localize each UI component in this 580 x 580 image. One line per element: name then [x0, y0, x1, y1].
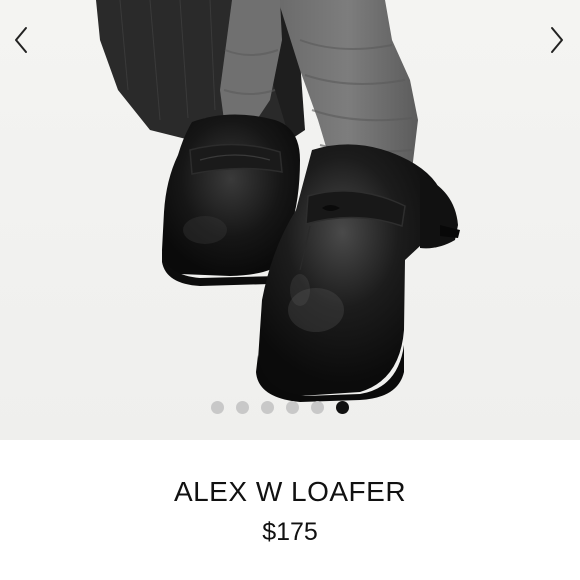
carousel-dot-4[interactable] — [286, 401, 299, 414]
carousel-dot-6[interactable] — [336, 401, 349, 414]
carousel-dot-2[interactable] — [236, 401, 249, 414]
product-image-carousel[interactable] — [0, 0, 580, 440]
product-title: ALEX W LOAFER — [173, 476, 407, 507]
chevron-right-icon — [551, 27, 563, 53]
carousel-dot-3[interactable] — [261, 401, 274, 414]
carousel-pagination — [0, 401, 570, 414]
previous-image-button[interactable] — [6, 22, 36, 58]
next-image-button[interactable] — [542, 22, 572, 58]
carousel-dot-1[interactable] — [211, 401, 224, 414]
product-price: $175 — [262, 518, 318, 546]
product-card: ALEX W LOAFER $175 — [0, 0, 580, 580]
product-photo — [0, 0, 580, 440]
product-info: ALEX W LOAFER $175 — [0, 440, 580, 580]
carousel-dot-5[interactable] — [311, 401, 324, 414]
chevron-left-icon — [15, 27, 27, 53]
